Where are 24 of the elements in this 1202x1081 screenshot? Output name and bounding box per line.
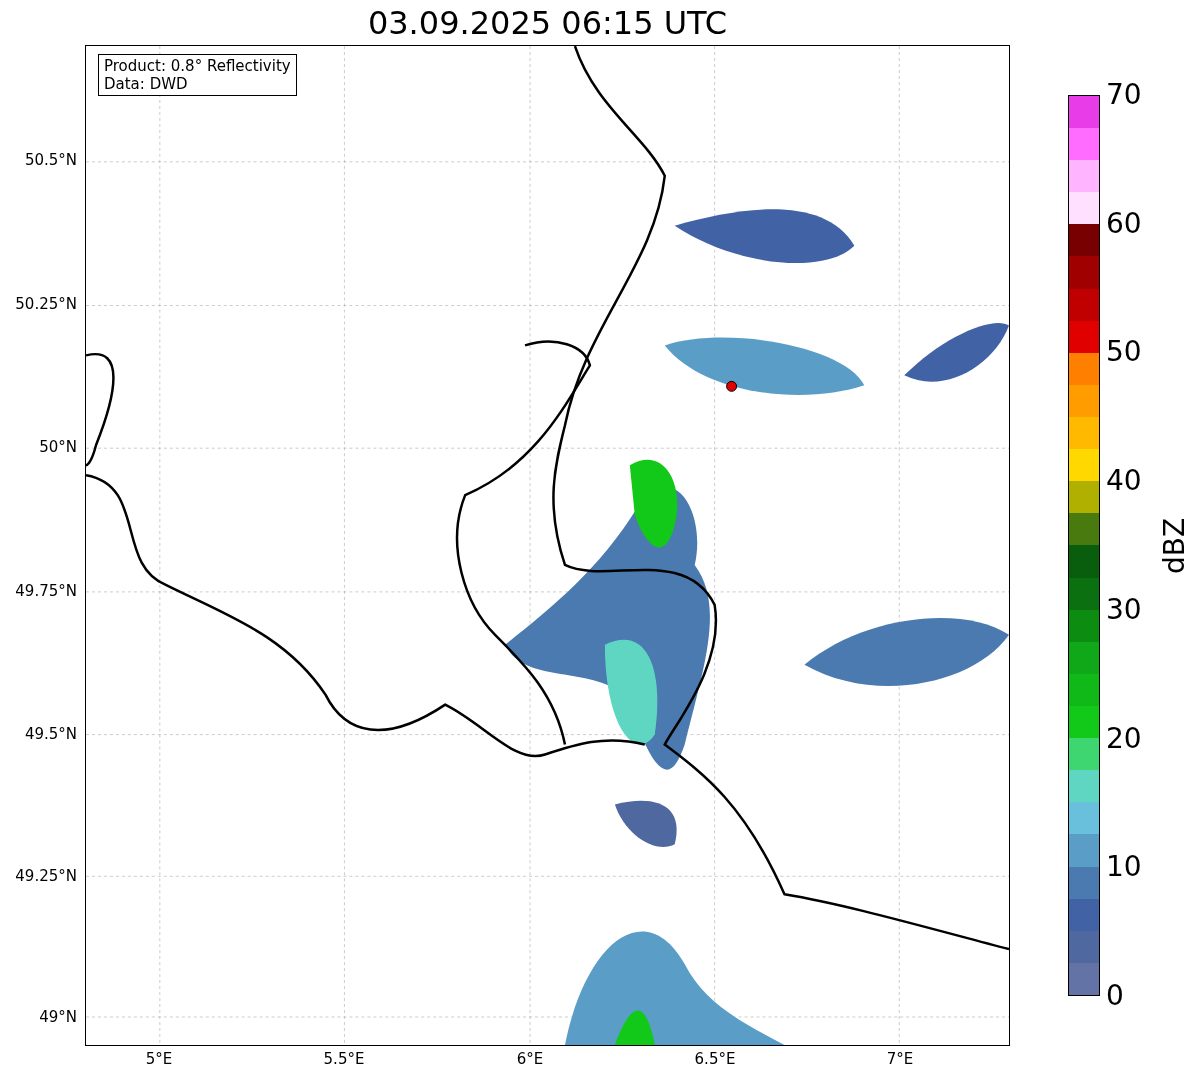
latitude-label: 49°N [39,1010,77,1025]
latitude-label: 49.25°N [15,869,77,884]
colorbar-tick-label: 50 [1106,338,1142,367]
latitude-label: 49.5°N [24,727,77,742]
longitude-label: 6.5°E [694,1052,736,1067]
latitude-label: 49.75°N [15,584,77,599]
longitude-label: 5.5°E [323,1052,365,1067]
legend-text: Data: DWD [104,75,189,93]
longitude-label: 7°E [886,1052,914,1067]
colorbar-tick-label: 40 [1106,467,1142,496]
colorbar-tick-label: 60 [1106,209,1142,238]
colorbar-tick-label: 70 [1106,81,1142,109]
legend-text: Product: 0.8° Reflectivity [104,57,291,75]
chart-title: 03.09.2025 06:15 UTC [367,6,728,39]
longitude-label: 6°E [516,1052,544,1067]
colorbar-tick-label: 30 [1106,595,1142,624]
colorbar-tick-label: 10 [1106,853,1142,882]
colorbar-tick-label: 20 [1106,724,1142,753]
longitude-label: 5°E [145,1052,173,1067]
colorbar-label: dBZ [1161,517,1189,574]
latitude-label: 50.5°N [24,153,77,168]
latitude-label: 50°N [39,440,77,455]
latitude-label: 50.25°N [15,297,77,312]
colorbar-tick-label: 0 [1106,982,1124,1010]
